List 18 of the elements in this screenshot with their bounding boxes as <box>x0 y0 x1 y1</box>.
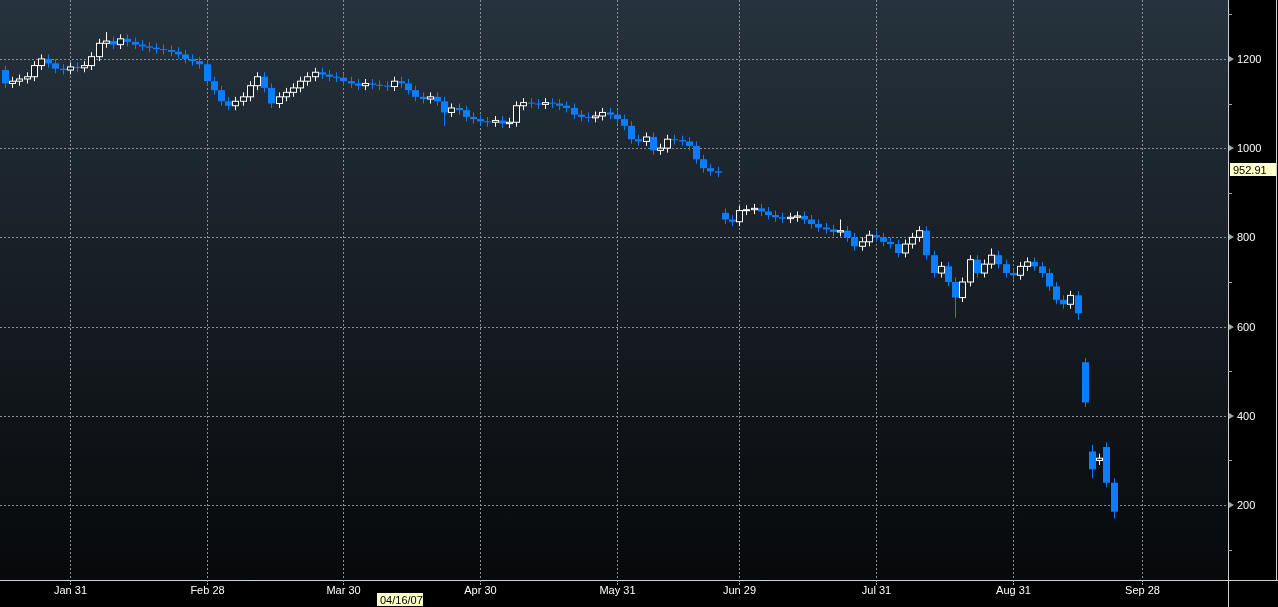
axis-label: Sep 28 <box>1125 584 1160 596</box>
cursor-date-label: 04/16/07 <box>377 593 423 606</box>
axis-label: 1000 <box>1237 142 1262 154</box>
candlestick <box>1082 357 1089 408</box>
axis-label: 600 <box>1237 321 1256 333</box>
axis-label: Mar 30 <box>326 584 361 596</box>
axis-label: Apr 30 <box>464 584 497 596</box>
axis-label: 400 <box>1237 410 1256 422</box>
axis-label: Jul 31 <box>861 584 892 596</box>
axis-label: Jan 31 <box>54 584 87 596</box>
axis-label: 1200 <box>1237 53 1262 65</box>
axis-label: Feb 28 <box>190 584 225 596</box>
axis-label: Aug 31 <box>996 584 1031 596</box>
axis-label: 800 <box>1237 231 1256 243</box>
last-price-label: 952.91 <box>1230 163 1276 176</box>
axis-label: Jun 29 <box>723 584 756 596</box>
axis-label: May 31 <box>599 584 636 596</box>
axis-label: 200 <box>1237 499 1256 511</box>
